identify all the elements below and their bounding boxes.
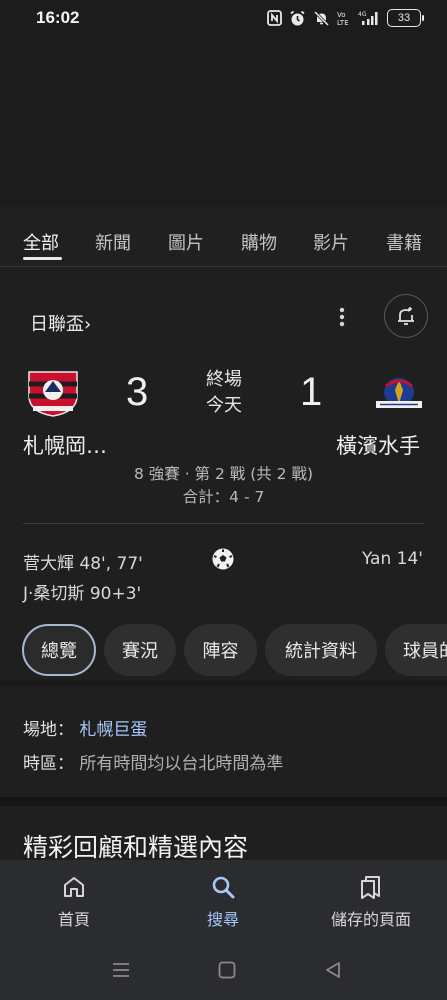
- tab-shopping[interactable]: 購物: [241, 229, 277, 255]
- battery-icon: 33: [387, 9, 424, 27]
- tab-images[interactable]: 圖片: [168, 229, 204, 255]
- tab-all[interactable]: 全部: [23, 229, 59, 255]
- section-separator: [0, 680, 447, 686]
- chip-players[interactable]: 球員的: [385, 624, 447, 676]
- section-separator: [0, 797, 447, 806]
- nfc-icon: [267, 10, 282, 26]
- chip-stats[interactable]: 統計資料: [265, 624, 377, 676]
- signal-icon: 4G: [358, 11, 378, 25]
- round-info: 8 強賽 · 第 2 戰 (共 2 戰) 合計：4 - 7: [0, 463, 447, 509]
- status-icons: Vo LTE 4G 33: [267, 9, 424, 27]
- tab-videos[interactable]: 影片: [313, 229, 349, 255]
- top-blank-area: [0, 40, 447, 205]
- svg-text:LTE: LTE: [337, 19, 349, 26]
- highlights-title: 精彩回顧和精選內容: [23, 833, 249, 862]
- round-label: 8 強賽 · 第 2 戰 (共 2 戰): [133, 465, 314, 483]
- follow-alert-button[interactable]: [384, 294, 428, 338]
- screen: 16:02 Vo LTE 4G 33 全部 新聞 圖片 購物 影片 書籍 日聯盃…: [0, 0, 447, 1000]
- soccer-ball-icon: [212, 548, 234, 570]
- away-score: 1: [300, 370, 323, 414]
- alarm-icon: [290, 10, 305, 25]
- nav-search-label: 搜尋: [206, 910, 239, 929]
- match-status: 終場 今天: [184, 367, 264, 419]
- back-triangle-icon[interactable]: [323, 960, 343, 980]
- venue-info: 場地： 札幌巨蛋: [23, 715, 147, 740]
- home-icon: [64, 877, 84, 897]
- status-time: 16:02: [36, 8, 80, 27]
- bottom-nav: 首頁 搜尋 儲存的頁面: [0, 860, 447, 944]
- away-team-name[interactable]: 橫濱水手: [336, 430, 420, 460]
- aggregate-score: 合計：4 - 7: [182, 488, 265, 506]
- nav-search[interactable]: 搜尋: [163, 874, 283, 930]
- match-chip-bar: 總覽 賽況 陣容 統計資料 球員的: [0, 624, 447, 678]
- nav-saved-pages-label: 儲存的頁面: [330, 910, 411, 929]
- home-scorer: J·桑切斯 90+3': [23, 584, 142, 604]
- chip-lineups[interactable]: 陣容: [184, 624, 257, 676]
- chip-overview[interactable]: 總覽: [22, 624, 96, 676]
- league-link[interactable]: 日聯盃›: [30, 310, 91, 336]
- away-team-crest-icon: [376, 378, 422, 408]
- away-scorer: Yan 14': [362, 549, 423, 569]
- status-bar: 16:02 Vo LTE 4G 33: [0, 0, 447, 40]
- home-score: 3: [126, 370, 149, 414]
- home-scorer: 菅大輝 48', 77': [23, 554, 143, 574]
- system-nav-bar: [0, 944, 447, 1000]
- nav-home[interactable]: 首頁: [14, 874, 134, 930]
- match-day: 今天: [206, 395, 242, 416]
- search-icon: [212, 876, 235, 899]
- saved-pages-icon: [361, 876, 380, 899]
- divider: [23, 523, 424, 524]
- home-square-icon[interactable]: [217, 960, 237, 980]
- tab-books[interactable]: 書籍: [386, 229, 422, 255]
- venue-label: 場地：: [23, 720, 74, 740]
- nav-home-label: 首頁: [57, 910, 90, 929]
- search-tabs: 全部 新聞 圖片 購物 影片 書籍: [0, 205, 447, 267]
- match-status-label: 終場: [206, 369, 242, 390]
- recents-menu-icon[interactable]: [111, 960, 131, 980]
- volte-icon: Vo LTE: [337, 11, 349, 26]
- active-tab-indicator: [23, 257, 62, 260]
- tab-news[interactable]: 新聞: [95, 229, 131, 255]
- timezone-label: 時區：: [23, 754, 74, 774]
- venue-link[interactable]: 札幌巨蛋: [79, 720, 147, 740]
- svg-text:Vo: Vo: [337, 11, 346, 19]
- svg-text:4G: 4G: [358, 11, 367, 18]
- timezone-value: 所有時間均以台北時間為準: [79, 754, 284, 774]
- battery-level: 33: [397, 12, 411, 24]
- league-name: 日聯盃: [30, 314, 84, 335]
- chip-live[interactable]: 賽況: [104, 624, 176, 676]
- home-team-name[interactable]: 札幌岡…: [23, 430, 107, 460]
- mute-icon: [313, 10, 330, 26]
- nav-saved-pages[interactable]: 儲存的頁面: [311, 874, 431, 930]
- home-team-crest-icon: [28, 371, 78, 417]
- bell-add-icon: [398, 307, 414, 325]
- chevron-right-icon: ›: [84, 314, 92, 335]
- timezone-info: 時區： 所有時間均以台北時間為準: [23, 749, 283, 774]
- more-options-icon[interactable]: [331, 304, 353, 330]
